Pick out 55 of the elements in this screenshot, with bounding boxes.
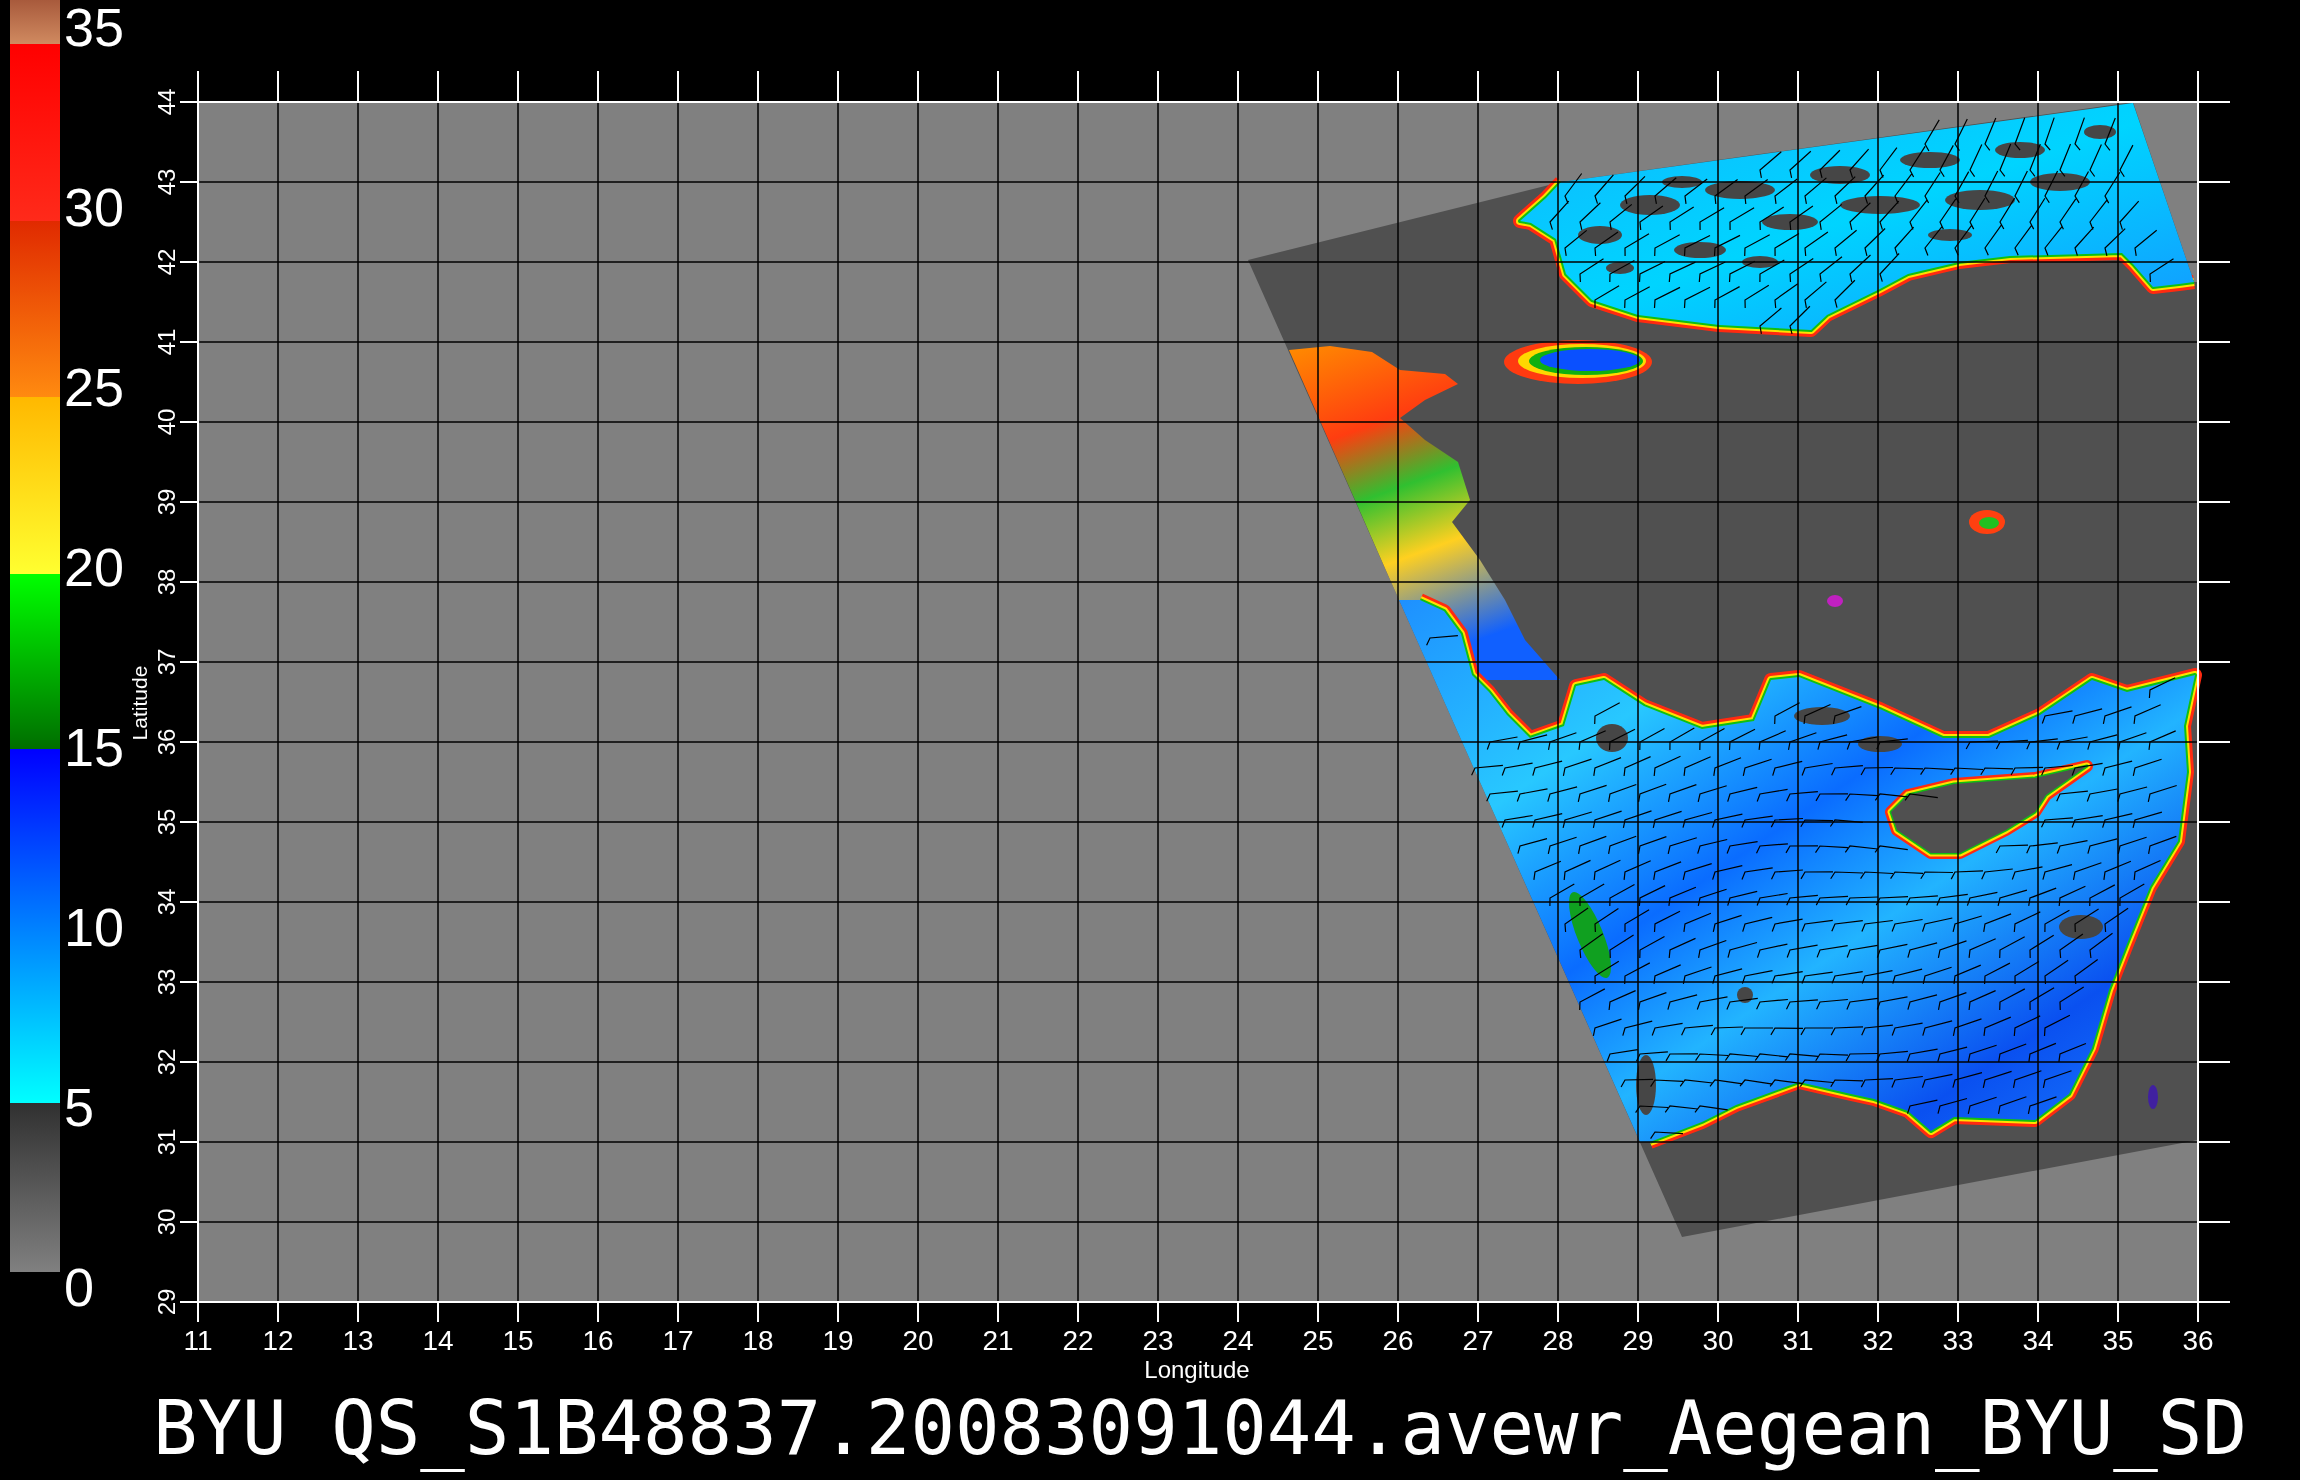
tick-label: 30	[152, 1208, 180, 1236]
tick-label: 13	[342, 1325, 374, 1356]
tick-label: 19	[822, 1325, 854, 1356]
axis-title: Longitude	[1144, 1356, 1250, 1383]
tick-label: 42	[152, 248, 180, 276]
scale-label: 25	[64, 360, 125, 414]
scale-label: 15	[64, 720, 125, 774]
tick-label: 25	[1302, 1325, 1334, 1356]
tick-label: 23	[1142, 1325, 1174, 1356]
tick-label: 41	[152, 328, 180, 356]
tick-label: 33	[1942, 1325, 1974, 1356]
tick-label: 31	[1782, 1325, 1814, 1356]
scale-label: 10	[64, 900, 125, 954]
wind-speed-patch	[1827, 595, 1843, 607]
tick-label: 16	[582, 1325, 614, 1356]
tick-label: 29	[152, 1288, 180, 1316]
scale-label: 30	[64, 180, 125, 234]
wind-speed-patch	[2148, 1085, 2158, 1109]
tick-label: 17	[662, 1325, 694, 1356]
tick-label: 43	[152, 168, 180, 196]
tick-label: 33	[152, 968, 180, 996]
tick-label: 29	[1622, 1325, 1654, 1356]
tick-label: 30	[1702, 1325, 1734, 1356]
tick-label: 15	[502, 1325, 534, 1356]
tick-label: 38	[152, 568, 180, 596]
tick-label: 18	[742, 1325, 774, 1356]
tick-label: 35	[152, 808, 180, 836]
tick-label: 27	[1462, 1325, 1494, 1356]
wind-speed-patch	[1969, 510, 2005, 534]
tick-label: 32	[1862, 1325, 1894, 1356]
scale-label: 0	[64, 1260, 95, 1314]
tick-label: 20	[902, 1325, 934, 1356]
tick-label: 22	[1062, 1325, 1094, 1356]
axis-title: Latitude	[127, 665, 151, 741]
tick-label: 36	[152, 728, 180, 756]
tick-label: 28	[1542, 1325, 1574, 1356]
tick-label: 12	[262, 1325, 294, 1356]
tick-label: 21	[982, 1325, 1014, 1356]
tick-label: 35	[2102, 1325, 2134, 1356]
tick-label: 34	[2022, 1325, 2054, 1356]
tick-label: 31	[152, 1128, 180, 1156]
tick-label: 24	[1222, 1325, 1254, 1356]
tick-label: 11	[183, 1325, 213, 1356]
tick-label: 39	[152, 488, 180, 516]
tick-label: 44	[152, 88, 180, 116]
tick-label: 32	[152, 1048, 180, 1076]
tick-label: 14	[422, 1325, 454, 1356]
scale-label: 35	[64, 0, 125, 54]
tick-label: 34	[152, 888, 180, 916]
tick-label: 40	[152, 408, 180, 436]
tick-label: 37	[152, 648, 180, 676]
tick-label: 26	[1382, 1325, 1414, 1356]
scale-label: 5	[64, 1080, 95, 1134]
tick-label: 36	[2182, 1325, 2214, 1356]
scale-label: 20	[64, 540, 125, 594]
